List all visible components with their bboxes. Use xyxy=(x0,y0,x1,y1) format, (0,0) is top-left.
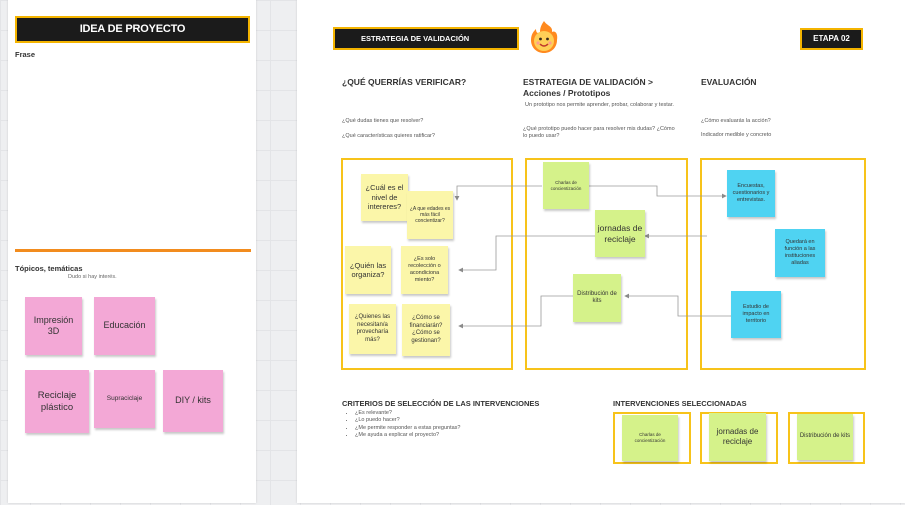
idea-panel[interactable]: IDEA DE PROYECTO Frase Tópicos, temática… xyxy=(8,0,256,503)
verify-sticky-financing[interactable]: ¿Cómo se financiarán? ¿Cómo se gestionan… xyxy=(402,304,450,356)
verify-sticky-collection[interactable]: ¿Es solo recolección o acondiciona mient… xyxy=(401,246,448,294)
topic-sticky-plastic-recycling[interactable]: Reciclaje plástico xyxy=(25,370,89,433)
validation-panel[interactable]: ESTRATEGIA DE VALIDACIÓN ETAPA 02 ¿QUÉ Q… xyxy=(297,0,905,503)
criteria-item: ¿Me ayuda a explicar el proyecto? xyxy=(355,432,460,439)
selected-sticky-talks[interactable]: Charlas de concientización xyxy=(622,415,678,461)
topics-hint: Dudo si hay interés. xyxy=(68,274,117,280)
topic-sticky-upcycling[interactable]: Supraciclaje xyxy=(94,370,155,428)
action-sticky-talks[interactable]: Charlas de concientización xyxy=(543,162,589,209)
idea-header: IDEA DE PROYECTO xyxy=(15,16,250,43)
phrase-label: Frase xyxy=(15,50,36,59)
topic-sticky-diy-kits[interactable]: DIY / kits xyxy=(163,370,223,432)
selected-sticky-kits[interactable]: Distribución de kits xyxy=(797,414,853,460)
verify-sticky-who-needs[interactable]: ¿Quienes las necesitan/a provecharía más… xyxy=(349,304,396,354)
criteria-list: ¿Es relevante? ¿Lo puedo hacer? ¿Me perm… xyxy=(347,410,460,440)
selected-title: INTERVENCIONES SELECCIONADAS xyxy=(613,399,747,408)
criteria-item: ¿Lo puedo hacer? xyxy=(355,417,460,424)
eval-sticky-institutions[interactable]: Quedará en función a las instituciones a… xyxy=(775,229,825,277)
verify-sticky-organizer[interactable]: ¿Quién las organiza? xyxy=(345,246,391,294)
action-sticky-recycling-days[interactable]: jornadas de reciclaje xyxy=(595,210,645,257)
eval-sticky-surveys[interactable]: Encuestas, cuestionarios y entrevistas. xyxy=(727,170,775,217)
verify-sticky-interest-level[interactable]: ¿Cuál es el nivel de intereres? xyxy=(361,174,408,221)
topics-label: Tópicos, temáticas xyxy=(15,264,83,273)
orange-divider xyxy=(15,249,251,252)
criteria-item: ¿Es relevante? xyxy=(355,410,460,417)
selected-sticky-recycling-days[interactable]: jornadas de reciclaje xyxy=(709,413,766,461)
topic-sticky-3d-printing[interactable]: Impresión 3D xyxy=(25,297,82,355)
action-sticky-kits[interactable]: Distribución de kits xyxy=(573,274,621,322)
criteria-item: ¿Me permite responder a estas preguntas? xyxy=(355,425,460,432)
verify-sticky-ages[interactable]: ¿A que edades es más fácil concientizar? xyxy=(407,191,453,239)
criteria-title: CRITERIOS DE SELECCIÓN DE LAS INTERVENCI… xyxy=(342,399,540,408)
topic-sticky-education[interactable]: Educación xyxy=(94,297,155,355)
eval-sticky-impact-study[interactable]: Estudio de impacto en territorio xyxy=(731,291,781,338)
